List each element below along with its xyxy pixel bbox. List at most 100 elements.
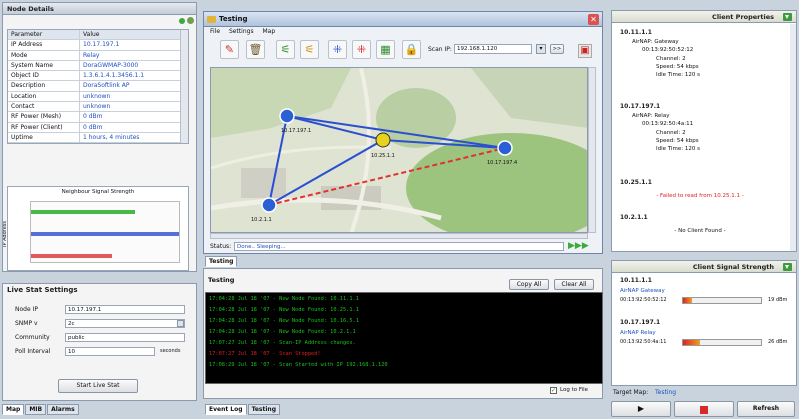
collapse-icon[interactable]: [783, 13, 792, 21]
table-row[interactable]: Object ID 1.3.6.1.4.1.3456.1.1: [8, 71, 188, 82]
window-title: Testing: [219, 15, 248, 23]
play-button[interactable]: ▶: [611, 401, 671, 417]
log-to-file-checkbox[interactable]: ✓: [550, 387, 557, 394]
signal-alt-icon[interactable]: ⚟: [300, 40, 319, 59]
client-node-ip: 10.11.1.1: [620, 29, 652, 36]
go-button[interactable]: >>: [550, 44, 564, 54]
client-empty-message: - No Client Found -: [674, 228, 726, 234]
table-row[interactable]: RF Power (Mesh) 0 dBm: [8, 112, 188, 123]
client-detail: Speed: 54 kbps: [656, 63, 699, 70]
close-icon[interactable]: ✕: [588, 14, 599, 25]
client-node: 10.25.1.1 - Failed to read from 10.25.1.…: [620, 179, 780, 200]
tab-map[interactable]: Map: [2, 404, 25, 415]
stop-scan-icon[interactable]: ▣: [578, 44, 592, 58]
community-field[interactable]: public: [65, 333, 185, 342]
map-vscroll[interactable]: [588, 67, 596, 233]
chart-y-label: IP Address: [2, 221, 8, 247]
node-details-panel: Node Details Parameter Value IP Address 1…: [2, 2, 197, 272]
network-map[interactable]: 10.17.197.1 10.25.1.1 10.17.197.4 10.2.1…: [210, 67, 588, 233]
menu-file[interactable]: File: [210, 28, 220, 35]
client-node: 10.11.1.1 AirNAP: Gateway 00:13:92:50:52…: [620, 29, 780, 79]
client-detail: Idle Time: 120 s: [656, 146, 700, 153]
client-error-message: - Failed to read from 10.25.1.1 -: [656, 193, 744, 199]
signal-meter: [682, 339, 762, 346]
table-row[interactable]: System Name DoraGWMAP-3000: [8, 60, 188, 72]
refresh-button[interactable]: Refresh: [737, 401, 795, 417]
nodes-icon[interactable]: ⁜: [328, 40, 347, 59]
client-node: 10.17.197.1 AirNAP: Relay 00:13:92:50:4a…: [620, 103, 780, 153]
log-to-file-label: Log to File: [560, 387, 589, 393]
node-ip-field[interactable]: 10.17.197.1: [65, 305, 185, 314]
column-header: Parameter: [8, 30, 80, 40]
parameter-value: Relay: [83, 51, 100, 59]
signal-node-name[interactable]: AirNAP Relay: [620, 330, 792, 336]
folder-icon: [207, 16, 216, 23]
client-node-name[interactable]: AirNAP: Gateway: [620, 38, 780, 46]
start-live-stat-button[interactable]: Start Live Stat: [58, 379, 138, 393]
chevron-down-icon[interactable]: ▾: [536, 44, 546, 54]
snmp-version-select[interactable]: 2c: [65, 319, 185, 328]
signal-node-ip: 10.11.1.1: [620, 277, 652, 284]
parameter-name: Description: [8, 81, 80, 91]
poll-interval-field[interactable]: 10: [65, 347, 155, 356]
client-mac[interactable]: 00:13:92:50:52:12: [620, 46, 780, 54]
trash-icon[interactable]: 🗑: [246, 40, 265, 59]
map-canvas[interactable]: 10.17.197.1 10.25.1.1 10.17.197.4 10.2.1…: [211, 68, 588, 233]
signal-fill: [683, 298, 693, 303]
table-row[interactable]: Uptime 1 hours, 4 minutes: [8, 132, 188, 144]
signal-node-name[interactable]: AirNAP Gateway: [620, 288, 792, 294]
clear-all-button[interactable]: Clear All: [554, 279, 594, 290]
log-line: 17:04:28 Jul 18 '07 - New Node Found: 10…: [209, 329, 356, 335]
client-properties-scrollbar[interactable]: [790, 24, 796, 251]
chevron-down-icon[interactable]: [177, 320, 184, 327]
parameter-name: Location: [8, 91, 80, 102]
tab-event-log[interactable]: Event Log: [205, 404, 247, 415]
client-mac[interactable]: 00:13:92:50:4a:11: [620, 120, 780, 128]
live-stat-title: Live Stat Settings: [3, 284, 196, 296]
log-line: 17:07:27 Jul 18 '07 - Scan-IP Address ch…: [209, 340, 356, 346]
collapse-icon[interactable]: [783, 263, 792, 271]
menu-settings[interactable]: Settings: [229, 28, 254, 35]
table-header: Parameter Value: [8, 30, 188, 41]
table-row[interactable]: Location unknown: [8, 91, 188, 103]
map-hscroll[interactable]: [210, 233, 588, 239]
nodes-alt-icon[interactable]: ⁜: [352, 40, 371, 59]
table-row[interactable]: RF Power (Client) 0 dBm: [8, 122, 188, 133]
tab-testing-log[interactable]: Testing: [247, 404, 280, 415]
log-line: 17:08:29 Jul 18 '07 - Scan Started with …: [209, 362, 388, 368]
tab-mib[interactable]: MIB: [25, 404, 47, 415]
snmp-label: SNMP v: [15, 320, 38, 327]
log-line: 17:07:27 Jul 18 '07 - Scan Stopped!: [209, 351, 321, 357]
status-dot-icon: [179, 18, 185, 24]
tab-testing[interactable]: Testing: [205, 256, 238, 267]
copy-all-button[interactable]: Copy All: [509, 279, 549, 290]
target-map-value[interactable]: Testing: [655, 389, 676, 396]
poll-unit-label: seconds: [160, 348, 181, 354]
signal-icon[interactable]: ⚟: [276, 40, 295, 59]
menu-map[interactable]: Map: [263, 28, 276, 35]
tab-alarms[interactable]: Alarms: [47, 404, 79, 415]
client-node-name[interactable]: AirNAP: Relay: [620, 112, 780, 120]
live-stat-panel: Live Stat Settings Node IP 10.17.197.1 S…: [2, 283, 197, 401]
refresh-icon[interactable]: [187, 17, 194, 24]
table-row[interactable]: Mode Relay: [8, 50, 188, 61]
status-bar: Status: Done.. Sleeping... ▶▶▶: [210, 241, 598, 252]
scan-ip-field[interactable]: 192.168.1.120: [454, 44, 532, 54]
pencil-icon[interactable]: ✎: [220, 40, 239, 59]
lock-icon[interactable]: 🔒: [402, 40, 421, 59]
signal-entry: 10.11.1.1 AirNAP Gateway 00:13:92:50:52:12…: [620, 277, 792, 315]
table-row[interactable]: Contact unknown: [8, 102, 188, 113]
table-row[interactable]: Description DoraSoftlink AP: [8, 81, 188, 92]
client-node: 10.2.1.1 - No Client Found -: [620, 214, 780, 235]
signal-row: 00:13:92:50:52:12 19 dBm: [620, 296, 792, 306]
parameter-table: Parameter Value IP Address 10.17.197.1 Mod…: [7, 29, 189, 145]
stop-button[interactable]: [674, 401, 734, 417]
table-scrollbar[interactable]: [180, 30, 188, 144]
window-titlebar[interactable]: Testing ✕: [204, 12, 602, 27]
table-row[interactable]: IP Address 10.17.197.1: [8, 40, 188, 51]
target-map-label: Target Map:: [613, 389, 649, 396]
target-map-row: Target Map: Testing: [611, 386, 797, 399]
node-marker: [497, 140, 513, 156]
layout-icon[interactable]: ▦: [376, 40, 395, 59]
parameter-value: 0 dBm: [83, 123, 103, 131]
